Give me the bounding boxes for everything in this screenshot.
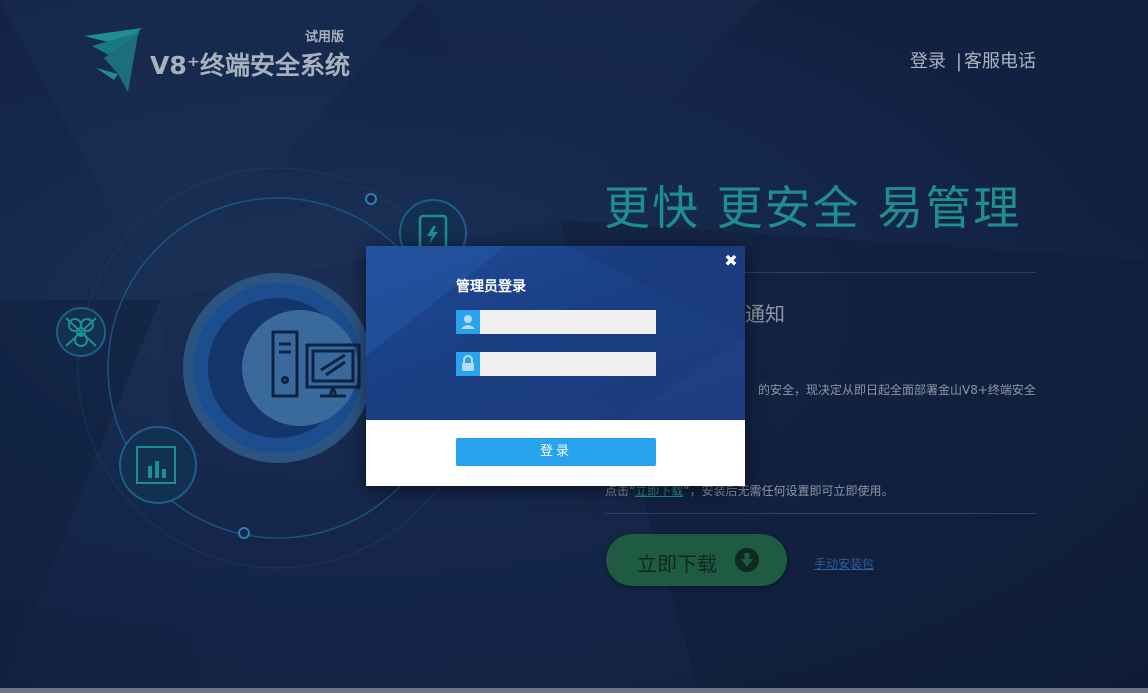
login-submit-button[interactable]: 登录 <box>456 438 656 466</box>
biohazard-icon <box>56 307 106 357</box>
instruction-suffix: ”，安装后无需任何设置即可立即使用。 <box>683 484 894 498</box>
hero-slogan: 更快 更安全 易管理 <box>604 181 1022 235</box>
instruction-prefix: 点击“ <box>605 484 636 498</box>
dialog-header: 管理员登录 ✖ <box>366 246 745 420</box>
password-field <box>456 352 656 376</box>
username-field <box>456 310 656 334</box>
app-logo: V8⁺终端安全系统 试用版 <box>80 24 360 94</box>
nav-login-link[interactable]: 登录 <box>910 51 946 72</box>
nav-separator: | <box>955 51 962 72</box>
dialog-title: 管理员登录 <box>456 279 526 295</box>
divider <box>605 513 1036 514</box>
manual-install-package-link[interactable]: 手动安装包 <box>814 555 874 572</box>
top-nav: 登录 | 客服电话 <box>910 47 1036 73</box>
download-arrow-icon <box>735 548 759 572</box>
page-background: V8⁺终端安全系统 试用版 登录 | 客服电话 更快 更安全 易管理 通知 的安全，… <box>0 0 1148 693</box>
notice-body: 的安全，现决定从即日起全面部署金山V8+终端安全 <box>758 383 1036 397</box>
notice-title: 通知 <box>745 302 785 326</box>
trial-badge: 试用版 <box>305 30 345 45</box>
nav-support-phone-link[interactable]: 客服电话 <box>964 51 1036 72</box>
product-name: V8⁺终端安全系统 <box>150 51 350 80</box>
download-now-button[interactable]: 立即下载 <box>606 534 787 586</box>
close-icon[interactable]: ✖ <box>722 252 740 270</box>
password-input[interactable] <box>480 352 656 376</box>
download-button-label: 立即下载 <box>637 552 717 576</box>
chart-report-icon <box>119 426 197 504</box>
lock-icon <box>456 352 480 376</box>
user-icon <box>456 310 480 334</box>
instruction-download-link[interactable]: 立即下载 <box>635 484 683 498</box>
username-input[interactable] <box>480 310 656 334</box>
arrow-logo-icon <box>84 28 142 92</box>
bottom-bar <box>0 688 1148 693</box>
admin-login-dialog: 管理员登录 ✖ 登录 <box>366 246 745 486</box>
